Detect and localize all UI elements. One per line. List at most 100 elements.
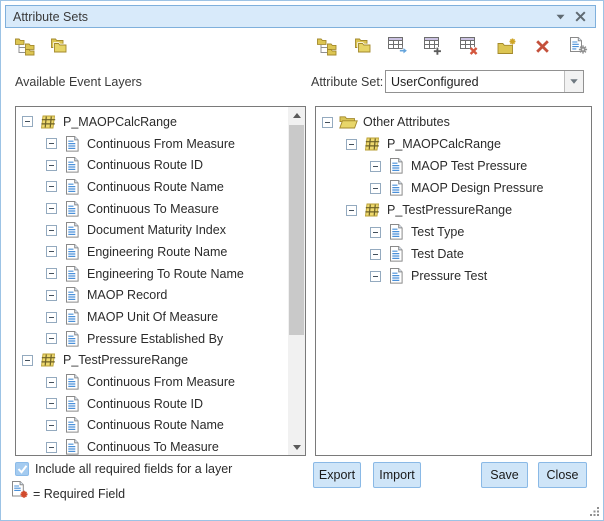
field-icon [63,244,82,260]
toolbar-right-group [316,38,589,59]
export-button[interactable]: Export [313,462,361,488]
required-field-icon [12,481,29,504]
scroll-down-icon[interactable] [288,439,305,455]
tree-item[interactable]: MAOP Record [16,285,288,307]
tree-item-label: Other Attributes [363,115,450,129]
resize-grip[interactable] [589,506,600,517]
new-attribute-set-button[interactable] [496,38,517,59]
field-icon [387,180,406,196]
add-to-set-hierarchy-button[interactable] [316,38,337,59]
field-icon [63,439,82,455]
collapse-box-icon[interactable] [46,333,57,344]
scroll-up-icon[interactable] [288,107,305,123]
tree-item[interactable]: Continuous Route ID [16,393,288,415]
tree-item[interactable]: P_TestPressureRange [16,350,288,372]
tree-item[interactable]: Other Attributes [316,111,591,133]
collapse-box-icon[interactable] [370,183,381,194]
dropdown-button[interactable] [564,71,583,92]
tree-item[interactable]: Continuous From Measure [16,371,288,393]
table-plus-icon [424,37,445,61]
field-icon [63,266,82,282]
tree-item[interactable]: MAOP Test Pressure [316,155,591,177]
export-table-button[interactable] [388,38,409,59]
add-all-layers-button[interactable] [48,38,69,59]
add-group-button[interactable] [352,38,373,59]
add-table-button[interactable] [424,38,445,59]
tree-item[interactable]: P_TestPressureRange [316,199,591,221]
close-icon[interactable] [575,11,586,22]
tree-item[interactable]: P_MAOPCalcRange [16,111,288,133]
tree-item[interactable]: Continuous Route Name [16,176,288,198]
collapse-box-icon[interactable] [46,398,57,409]
scrollbar-thumb[interactable] [289,125,304,335]
collapse-box-icon[interactable] [22,116,33,127]
tree-item[interactable]: Document Maturity Index [16,219,288,241]
tree-item[interactable]: P_MAOPCalcRange [316,133,591,155]
tree-item[interactable]: Test Date [316,243,591,265]
table-arrow-icon [388,37,409,60]
collapse-box-icon[interactable] [46,181,57,192]
titlebar-controls [556,11,595,22]
tree-item[interactable]: Pressure Test [316,265,591,287]
field-icon [63,417,82,433]
tree-item[interactable]: Continuous Route Name [16,415,288,437]
tree-item[interactable]: MAOP Design Pressure [316,177,591,199]
collapse-box-icon[interactable] [22,355,33,366]
tree-item[interactable]: Continuous To Measure [16,436,288,455]
collapse-box-icon[interactable] [322,117,333,128]
tree-item[interactable]: Continuous From Measure [16,133,288,155]
delete-button[interactable] [532,38,553,59]
tree-item-label: Pressure Test [411,269,487,283]
tree-item-label: P_MAOPCalcRange [387,137,501,151]
collapse-box-icon[interactable] [46,246,57,257]
field-icon [63,136,82,152]
set-properties-button[interactable] [568,38,589,59]
collapse-box-icon[interactable] [370,227,381,238]
event-layer-icon [363,137,382,151]
tree-item-label: MAOP Unit Of Measure [87,310,218,324]
collapse-box-icon[interactable] [46,138,57,149]
remove-table-button[interactable] [460,38,481,59]
save-button[interactable]: Save [481,462,528,488]
titlebar[interactable]: Attribute Sets [5,5,596,28]
include-required-fields-label: Include all required fields for a layer [35,462,232,476]
collapse-box-icon[interactable] [46,225,57,236]
tree-folders-icon [15,37,35,61]
available-layers-tree: P_MAOPCalcRangeContinuous From MeasureCo… [16,107,288,455]
toolbar-left-group [14,38,69,59]
left-panel-scrollbar[interactable] [288,107,305,455]
collapse-box-icon[interactable] [46,268,57,279]
tree-item[interactable]: Engineering To Route Name [16,263,288,285]
tree-item[interactable]: Pressure Established By [16,328,288,350]
folders-icon [353,38,372,60]
tree-item[interactable]: MAOP Unit Of Measure [16,306,288,328]
tree-item[interactable]: Continuous Route ID [16,154,288,176]
tree-item-label: Continuous Route ID [87,397,203,411]
collapse-box-icon[interactable] [346,139,357,150]
collapse-box-icon[interactable] [370,271,381,282]
tree-item[interactable]: Engineering Route Name [16,241,288,263]
attribute-set-dropdown[interactable]: UserConfigured [385,70,584,93]
collapse-icon[interactable] [556,14,565,20]
collapse-box-icon[interactable] [46,203,57,214]
collapse-box-icon[interactable] [346,205,357,216]
collapse-box-icon[interactable] [46,160,57,171]
tree-item-label: Engineering Route Name [87,245,227,259]
collapse-box-icon[interactable] [46,377,57,388]
tree-item[interactable]: Continuous To Measure [16,198,288,220]
field-icon [63,222,82,238]
close-button[interactable]: Close [538,462,587,488]
tree-item[interactable]: Test Type [316,221,591,243]
include-required-fields-checkbox[interactable] [15,462,29,476]
collapse-box-icon[interactable] [46,420,57,431]
collapse-box-icon[interactable] [370,161,381,172]
collapse-box-icon[interactable] [370,249,381,260]
collapse-box-icon[interactable] [46,442,57,453]
tree-item-label: Document Maturity Index [87,223,226,237]
add-layer-hierarchy-button[interactable] [14,38,35,59]
collapse-box-icon[interactable] [46,290,57,301]
import-button[interactable]: Import [373,462,421,488]
collapse-box-icon[interactable] [46,312,57,323]
document-gear-icon [570,37,588,60]
field-icon [63,179,82,195]
